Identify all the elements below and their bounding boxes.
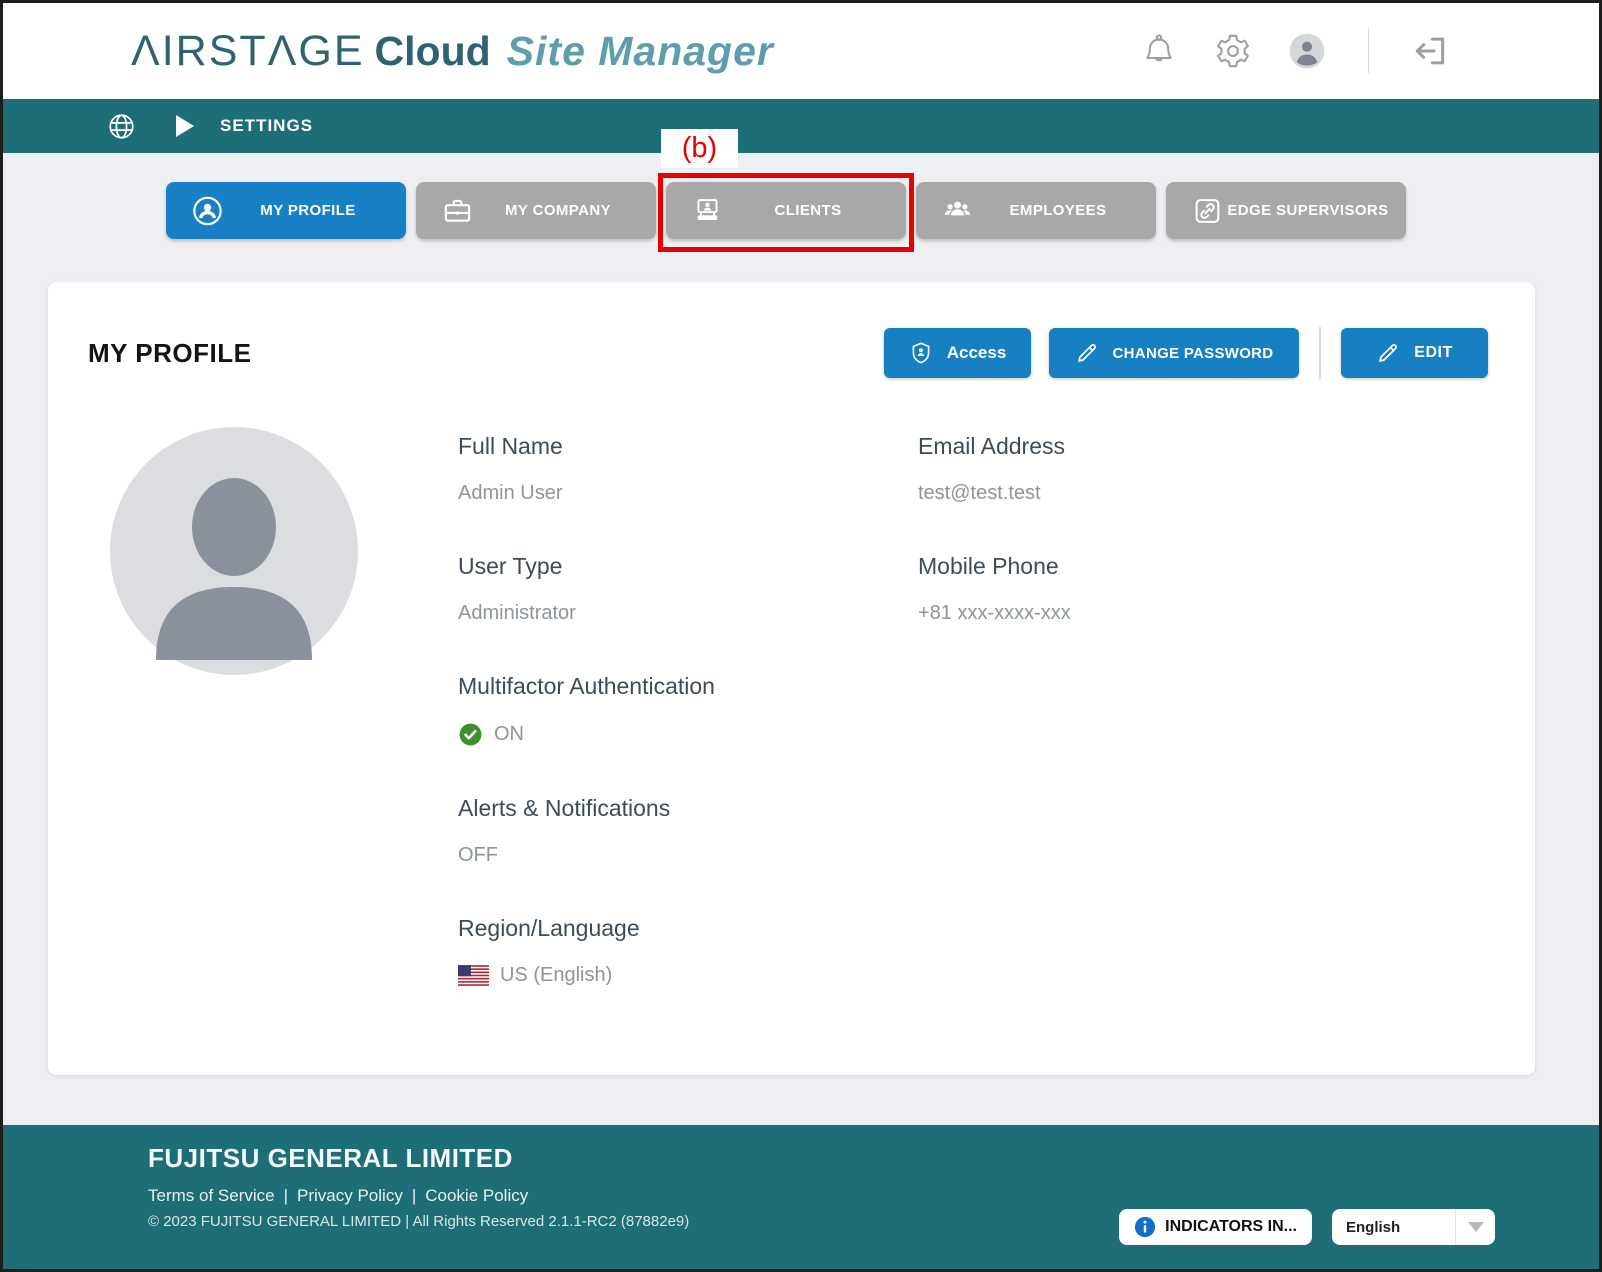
globe-icon[interactable] — [107, 112, 136, 141]
language-selector[interactable]: English — [1332, 1209, 1495, 1245]
people-icon — [942, 195, 973, 226]
profile-card: MY PROFILE Access CHANGE PASSWORD — [48, 282, 1535, 1075]
link-separator: | — [275, 1186, 297, 1206]
app-footer: FUJITSU GENERAL LIMITED Terms of Service… — [3, 1125, 1599, 1269]
annotation-label-b: (b) — [661, 129, 738, 168]
field-full-name: Full Name Admin User — [458, 433, 918, 505]
field-user-type: User Type Administrator — [458, 553, 918, 625]
person-circle-icon — [192, 195, 223, 226]
footer-company-name: FUJITSU GENERAL LIMITED — [148, 1143, 1119, 1174]
field-region-language: Region/Language — [458, 915, 918, 987]
main-content: MY PROFILE MY COMPANY (b) — [3, 153, 1599, 1125]
profile-avatar — [110, 427, 358, 675]
shield-person-icon — [909, 341, 933, 365]
app-window: ΛIRSTΛGE Cloud Site Manager — [0, 0, 1602, 1272]
briefcase-icon — [442, 195, 473, 226]
button-divider — [1319, 327, 1321, 379]
logout-icon[interactable] — [1411, 32, 1449, 70]
check-circle-icon — [458, 722, 483, 747]
field-multifactor-authentication: Multifactor Authentication ON — [458, 673, 918, 747]
app-header: ΛIRSTΛGE Cloud Site Manager — [3, 3, 1599, 99]
footer-info: FUJITSU GENERAL LIMITED Terms of Service… — [148, 1143, 1119, 1269]
logo-cloud: Cloud — [375, 28, 491, 75]
header-divider — [1368, 28, 1369, 74]
language-selected-value: English — [1332, 1219, 1455, 1236]
bell-icon[interactable] — [1140, 32, 1178, 70]
tab-my-profile[interactable]: MY PROFILE — [166, 182, 406, 239]
pencil-icon — [1075, 341, 1099, 365]
link-square-icon — [1192, 195, 1223, 226]
field-email-address: Email Address test@test.test — [918, 433, 1071, 505]
profile-card-header: MY PROFILE Access CHANGE PASSWORD — [48, 282, 1535, 379]
change-password-button[interactable]: CHANGE PASSWORD — [1049, 328, 1299, 378]
access-button[interactable]: Access — [884, 328, 1031, 378]
cookie-policy-link[interactable]: Cookie Policy — [425, 1186, 528, 1206]
chevron-down-icon[interactable] — [1455, 1209, 1495, 1245]
field-mobile-phone: Mobile Phone +81 xxx-xxxx-xxx — [918, 553, 1071, 625]
avatar-icon[interactable] — [1288, 32, 1326, 70]
terms-of-service-link[interactable]: Terms of Service — [148, 1186, 275, 1206]
copyright-text: © 2023 FUJITSU GENERAL LIMITED | All Rig… — [148, 1213, 1119, 1230]
breadcrumb: SETTINGS — [220, 116, 313, 136]
pencil-icon — [1376, 341, 1400, 365]
header-icons — [1140, 28, 1449, 74]
logo-product: Site Manager — [507, 28, 774, 75]
tab-clients[interactable]: CLIENTS — [666, 182, 906, 239]
fields-column-left: Full Name Admin User User Type Administr… — [458, 433, 918, 1035]
clients-tab-wrap: (b) CLIENTS — [666, 182, 906, 239]
profile-fields: Full Name Admin User User Type Administr… — [458, 427, 1071, 1035]
privacy-policy-link[interactable]: Privacy Policy — [297, 1186, 403, 1206]
tab-my-company[interactable]: MY COMPANY — [416, 182, 656, 239]
footer-actions: INDICATORS IN... English — [1119, 1143, 1495, 1269]
fields-column-right: Email Address test@test.test Mobile Phon… — [918, 433, 1071, 1035]
tab-bar: MY PROFILE MY COMPANY (b) — [166, 182, 1599, 239]
profile-card-body: Full Name Admin User User Type Administr… — [48, 379, 1535, 1035]
tab-employees[interactable]: EMPLOYEES — [916, 182, 1156, 239]
page-title: MY PROFILE — [88, 338, 884, 369]
gear-icon[interactable] — [1214, 32, 1252, 70]
breadcrumb-bar: SETTINGS — [3, 99, 1599, 153]
play-icon — [176, 115, 194, 137]
field-alerts-notifications: Alerts & Notifications OFF — [458, 795, 918, 867]
info-icon — [1134, 1216, 1156, 1238]
link-separator: | — [403, 1186, 425, 1206]
footer-links: Terms of Service | Privacy Policy | Cook… — [148, 1186, 1119, 1206]
us-flag-icon — [458, 965, 489, 986]
id-badge-icon — [692, 195, 723, 226]
edit-button[interactable]: EDIT — [1341, 328, 1488, 378]
app-logo: ΛIRSTΛGE Cloud Site Manager — [131, 27, 1140, 76]
tab-edge-supervisors[interactable]: EDGE SUPERVISORS — [1166, 182, 1406, 239]
logo-brand: ΛIRSTΛGE — [131, 27, 365, 76]
indicators-button[interactable]: INDICATORS IN... — [1119, 1209, 1312, 1245]
